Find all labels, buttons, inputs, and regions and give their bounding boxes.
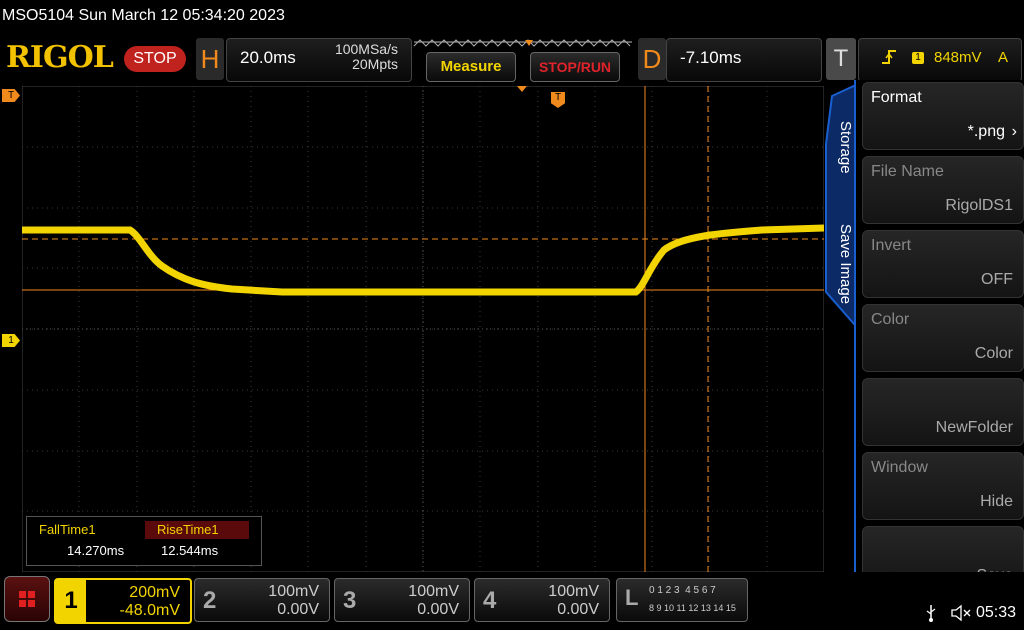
channel-2-num: 2 (203, 587, 217, 614)
channel-2-scale: 100mV (268, 583, 319, 600)
chevron-right-icon: › (1011, 123, 1017, 140)
side-menu: Format *.png › File Name RigolDS1 Invert… (854, 80, 1024, 594)
memory-position-bar (413, 39, 632, 47)
delay-value: -7.10ms (680, 48, 742, 67)
channel-3-box[interactable]: 3 100mV 0.00V (334, 578, 470, 622)
meas-value-fall: 14.270ms (67, 543, 125, 558)
channel-4-offset: 0.00V (557, 601, 599, 618)
horizontal-label[interactable]: H (196, 38, 224, 80)
channel-4-scale: 100mV (548, 583, 599, 600)
grid-menu-icon (19, 591, 35, 607)
window-title: MSO5104 Sun March 12 05:34:20 2023 (0, 0, 1024, 32)
channel-1-box[interactable]: 1 200mV -48.0mV (54, 578, 192, 624)
meas-name-fall: FallTime1 (39, 522, 96, 537)
usb-icon (924, 604, 938, 627)
rigol-logo: RIGOL (6, 40, 114, 75)
menu-file-name-title: File Name (871, 163, 944, 180)
waveform-display[interactable] (22, 86, 824, 572)
channel-2-box[interactable]: 2 100mV 0.00V (194, 578, 330, 622)
trigger-label[interactable]: T (826, 38, 856, 80)
main-menu-button[interactable] (4, 576, 50, 622)
channel-3-offset: 0.00V (417, 601, 459, 618)
timebase-value: 20.0ms (240, 48, 296, 67)
channel-2-offset: 0.00V (277, 601, 319, 618)
menu-color-title: Color (871, 311, 910, 328)
sample-rate-info: 100MSa/s 20Mpts (310, 42, 398, 72)
sample-rate: 100MSa/s (334, 41, 398, 57)
rising-edge-icon (880, 48, 900, 71)
stop-run-button[interactable]: STOP/RUN (530, 52, 620, 82)
menu-new-folder[interactable]: NewFolder (862, 378, 1024, 446)
trigger-source: 1 (912, 52, 924, 64)
menu-color-value: Color (974, 345, 1013, 362)
memory-pos-marker (525, 40, 533, 46)
menu-new-folder-value: NewFolder (935, 419, 1013, 436)
channel-1-scale: 200mV (129, 584, 180, 601)
meas-name-rise: RiseTime1 (145, 521, 249, 539)
run-state-badge[interactable]: STOP (124, 46, 186, 72)
menu-window-title: Window (871, 459, 928, 476)
logic-letter: L (625, 585, 639, 610)
menu-file-name-value: RigolDS1 (945, 197, 1013, 214)
menu-window[interactable]: Window Hide (862, 452, 1024, 520)
menu-color[interactable]: Color Color (862, 304, 1024, 372)
measurement-panel: FallTime1 RiseTime1 14.270ms 12.544ms (26, 516, 262, 566)
channel-3-scale: 100mV (408, 583, 459, 600)
memory-depth: 20Mpts (352, 56, 398, 72)
measure-button[interactable]: Measure (426, 52, 516, 82)
menu-format-value: *.png (967, 123, 1005, 140)
logic-box[interactable]: L 0 1 2 3 4 5 6 7 8 9 10 11 12 13 14 15 (616, 578, 748, 622)
delay-label[interactable]: D (638, 38, 666, 80)
logic-row1: 0 1 2 3 4 5 6 7 (649, 585, 716, 596)
logic-row2: 8 9 10 11 12 13 14 15 (649, 603, 736, 613)
channel-1-offset: -48.0mV (119, 602, 180, 619)
menu-format[interactable]: Format *.png › (862, 82, 1024, 150)
trigger-mode: A (998, 49, 1009, 66)
trigger-level-marker[interactable]: T (2, 89, 20, 102)
trigger-level: 848mV (934, 49, 982, 66)
menu-window-value: Hide (980, 493, 1013, 510)
meas-value-rise: 12.544ms (161, 543, 219, 558)
channel-1-num: 1 (56, 580, 86, 622)
menu-format-title: Format (871, 89, 922, 106)
save-image-tab[interactable]: Save Image (826, 214, 854, 314)
channel-4-box[interactable]: 4 100mV 0.00V (474, 578, 610, 622)
status-clock: 05:33 (976, 604, 1017, 621)
menu-file-name[interactable]: File Name RigolDS1 (862, 156, 1024, 224)
channel-4-num: 4 (483, 587, 497, 614)
menu-invert-title: Invert (871, 237, 912, 254)
menu-invert-value: OFF (981, 271, 1013, 288)
memory-bar-wave (413, 39, 631, 47)
channel-3-num: 3 (343, 587, 357, 614)
ch1-offset-marker[interactable]: 1 (2, 334, 20, 347)
speaker-mute-icon[interactable] (950, 604, 972, 627)
storage-tab[interactable]: Storage (826, 112, 854, 182)
menu-invert[interactable]: Invert OFF (862, 230, 1024, 298)
